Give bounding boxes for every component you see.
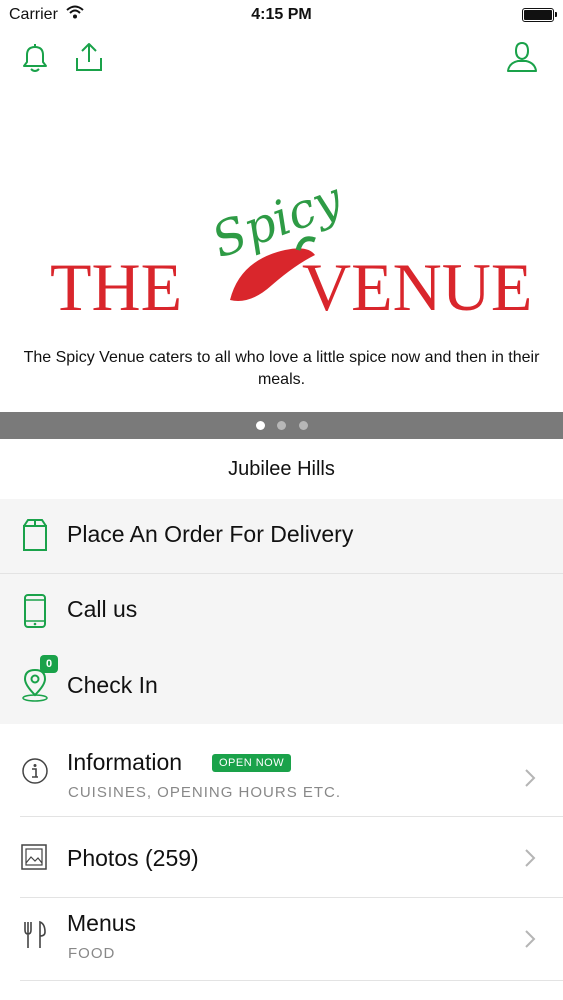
chevron-right-icon (525, 930, 536, 948)
pager-dot[interactable] (277, 421, 286, 430)
chevron-right-icon (525, 769, 536, 787)
info-icon (22, 758, 48, 784)
photos-row[interactable]: Photos (259) (0, 817, 563, 897)
menus-title: Menus (67, 910, 137, 936)
divider (20, 980, 563, 981)
logo-text-the: THE (50, 249, 182, 320)
location-title: Jubilee Hills (0, 439, 563, 500)
status-bar: Carrier 4:15 PM (0, 0, 563, 30)
bag-icon (23, 519, 47, 551)
restaurant-logo: THE VENUE Spicy (50, 171, 530, 320)
information-subtitle: CUISINES, OPENING HOURS ETC. (68, 784, 342, 801)
open-now-badge: OPEN NOW (212, 754, 292, 772)
pager-dot[interactable] (299, 421, 308, 430)
share-icon[interactable] (72, 40, 106, 74)
checkin-label: Check In (67, 672, 158, 698)
menus-subtitle: FOOD (68, 945, 116, 962)
delivery-row[interactable]: Place An Order For Delivery (0, 499, 563, 573)
call-label: Call us (67, 596, 138, 622)
clock: 4:15 PM (251, 6, 312, 23)
menus-row[interactable]: Menus FOOD (0, 898, 563, 980)
photos-title: Photos (259) (67, 845, 199, 871)
cutlery-icon (24, 920, 46, 948)
pager-dot-active[interactable] (256, 421, 265, 430)
checkin-row[interactable]: Check In (0, 648, 563, 724)
user-icon[interactable] (505, 40, 539, 74)
chevron-right-icon (525, 849, 536, 867)
restaurant-description: The Spicy Venue caters to all who love a… (23, 349, 540, 388)
battery-icon (522, 8, 557, 22)
delivery-label: Place An Order For Delivery (67, 521, 354, 547)
photos-icon (21, 844, 47, 870)
logo-text-venue: VENUE (302, 249, 530, 320)
checkin-count-badge: 0 (40, 655, 58, 673)
carousel-pager[interactable] (0, 412, 563, 439)
information-title: Information (67, 749, 183, 775)
call-row[interactable]: Call us (0, 574, 563, 648)
phone-icon (24, 594, 46, 628)
bell-icon[interactable] (18, 40, 52, 74)
